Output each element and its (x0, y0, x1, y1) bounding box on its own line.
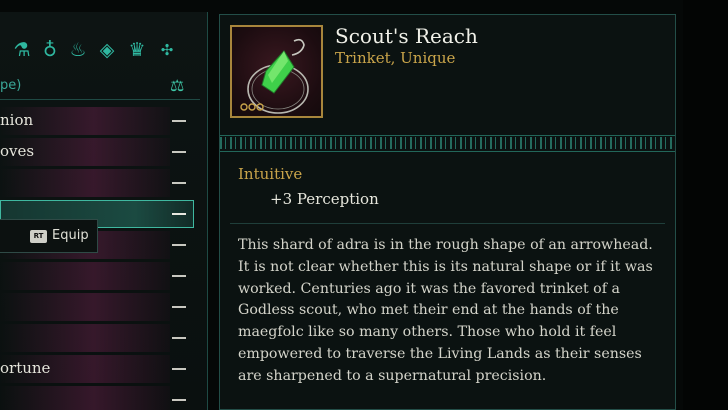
row-highlight (0, 386, 170, 410)
sort-label[interactable]: pe) (0, 78, 21, 93)
minus-icon[interactable] (172, 244, 186, 246)
ornament-divider (220, 137, 675, 149)
minus-icon[interactable] (172, 275, 186, 277)
row-highlight (0, 293, 170, 321)
divider (220, 151, 675, 152)
divider (220, 135, 675, 136)
list-item[interactable]: ortune (0, 355, 196, 383)
weight-icon: ⚖ (170, 76, 185, 95)
minus-icon[interactable] (172, 213, 186, 215)
stat-value: +3 Perception (270, 190, 379, 208)
arrowhead-trinket-icon (240, 38, 309, 114)
divider (230, 223, 665, 224)
description-line: Godless scout, who met their end at the … (238, 302, 619, 319)
minus-icon[interactable] (172, 399, 186, 401)
equip-prompt[interactable]: RT Equip (0, 219, 98, 253)
item-description: This shard of adra is in the rough shape… (238, 235, 658, 388)
minus-icon[interactable] (172, 120, 186, 122)
list-item[interactable] (0, 169, 196, 197)
inventory-panel: ⚗ ♁ ♨ ◈ ♛ ✣ pe) ⚖ nion oves ortune RT Eq… (0, 12, 208, 410)
minus-icon[interactable] (172, 306, 186, 308)
list-item[interactable] (0, 324, 196, 352)
screen-edge (683, 0, 728, 410)
item-type: Trinket, Unique (335, 49, 456, 67)
rt-button-icon: RT (30, 230, 47, 243)
minus-icon[interactable] (172, 368, 186, 370)
item-label: nion (0, 111, 34, 129)
list-item[interactable]: nion (0, 107, 196, 135)
list-item[interactable] (0, 262, 196, 290)
potion-icon[interactable]: ⚗ (10, 38, 34, 62)
divider (0, 99, 200, 100)
description-line: It is not clear whether this is its natu… (238, 258, 653, 275)
ring-icon[interactable]: ♁ (38, 38, 62, 62)
description-line: maegfolc like so many others. Those who … (238, 324, 617, 341)
category-tabs: ⚗ ♁ ♨ ◈ ♛ ✣ (0, 24, 190, 62)
minus-icon[interactable] (172, 182, 186, 184)
equip-label: Equip (52, 228, 89, 243)
row-highlight (0, 169, 170, 197)
description-line: are sharpened to a supernatural precisio… (238, 367, 547, 384)
minus-icon[interactable] (172, 337, 186, 339)
gamepad-icon[interactable]: ✣ (155, 38, 179, 62)
item-portrait (230, 25, 323, 118)
minus-icon[interactable] (172, 151, 186, 153)
item-label: oves (0, 142, 35, 160)
stat-title: Intuitive (238, 165, 303, 183)
sort-header: pe) ⚖ (0, 76, 200, 98)
list-item[interactable]: oves (0, 138, 196, 166)
description-line: This shard of adra is in the rough shape… (238, 237, 653, 253)
description-line: empowered to traverse the Living Lands a… (238, 345, 642, 362)
lamp-icon[interactable]: ♨ (66, 38, 90, 62)
gem-icon[interactable]: ◈ (95, 38, 119, 62)
row-highlight (0, 324, 170, 352)
row-highlight (0, 262, 170, 290)
list-item[interactable] (0, 293, 196, 321)
item-label: ortune (0, 359, 51, 377)
crown-icon[interactable]: ♛ (125, 38, 149, 62)
list-item[interactable] (0, 386, 196, 410)
item-detail-panel: Scout's Reach Trinket, Unique Intuitive … (219, 14, 676, 410)
description-line: worked. Centuries ago it was the favored… (238, 280, 620, 297)
item-name: Scout's Reach (335, 24, 478, 48)
